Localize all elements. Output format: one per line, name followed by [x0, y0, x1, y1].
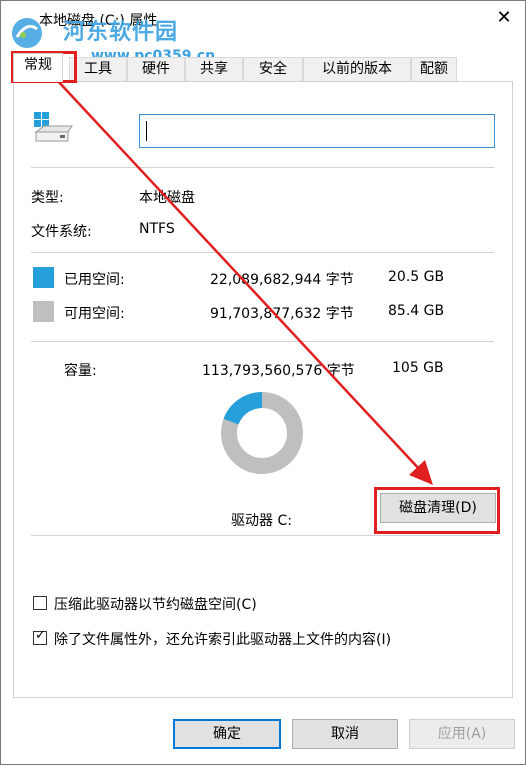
used-space-swatch [33, 267, 54, 288]
type-value: 本地磁盘 [139, 190, 195, 206]
used-space-gb: 20.5 GB [388, 269, 445, 285]
filesystem-value: NTFS [139, 221, 175, 237]
used-space-label: 已用空间: [64, 272, 125, 288]
capacity-bytes: 113,793,560,576 字节 [202, 363, 355, 379]
disk-usage-donut [221, 392, 303, 474]
tab-sharing[interactable]: 共享 [185, 57, 243, 81]
drive-icon [34, 112, 73, 142]
cancel-button[interactable]: 取消 [292, 719, 398, 749]
index-label[interactable]: 除了文件属性外，还允许索引此驱动器上文件的内容(I) [54, 629, 391, 649]
annotation-box-cleanup-button [374, 487, 500, 534]
tab-strip: 常规 工具 硬件 共享 安全 以前的版本 配额 [13, 53, 457, 82]
watermark-logo-icon [12, 18, 42, 48]
used-space-bytes: 22,089,682,944 字节 [210, 272, 354, 288]
separator [31, 252, 494, 253]
properties-window: 本地磁盘 (C:) 属性 ✕ 河东软件园 www.pc0359.cn 常规 工具… [0, 0, 526, 765]
close-icon[interactable]: ✕ [493, 7, 515, 29]
free-space-bytes: 91,703,877,632 字节 [210, 306, 354, 322]
text-caret [146, 121, 147, 141]
tab-tools[interactable]: 工具 [69, 57, 127, 81]
separator [31, 535, 494, 536]
capacity-label: 容量: [64, 363, 97, 379]
used-space-arc [223, 392, 263, 425]
tab-hardware[interactable]: 硬件 [127, 57, 185, 81]
ok-button[interactable]: 确定 [173, 719, 281, 749]
index-checkbox[interactable]: ✓ [33, 628, 47, 645]
type-label: 类型: [31, 190, 64, 206]
filesystem-label: 文件系统: [31, 224, 92, 240]
general-tab-panel: 类型: 本地磁盘 文件系统: NTFS 已用空间: 22,089,682,944… [13, 81, 513, 698]
tab-general[interactable]: 常规 [13, 53, 63, 82]
drive-name-input[interactable] [139, 114, 495, 148]
drive-letter-label: 驱动器 C: [231, 513, 292, 529]
watermark-site-name: 河东软件园 [63, 20, 179, 45]
capacity-gb: 105 GB [392, 360, 444, 376]
separator [31, 341, 494, 342]
apply-button[interactable]: 应用(A) [409, 719, 515, 749]
compress-checkbox[interactable] [33, 596, 47, 610]
free-space-swatch [33, 301, 54, 322]
tab-security[interactable]: 安全 [243, 57, 303, 81]
free-space-label: 可用空间: [64, 306, 125, 322]
tab-quota[interactable]: 配额 [411, 57, 457, 81]
tab-previous-versions[interactable]: 以前的版本 [303, 57, 411, 81]
separator [31, 167, 494, 168]
compress-label[interactable]: 压缩此驱动器以节约磁盘空间(C) [54, 594, 257, 614]
checkmark-icon: ✓ [35, 628, 46, 643]
free-space-gb: 85.4 GB [388, 303, 445, 319]
